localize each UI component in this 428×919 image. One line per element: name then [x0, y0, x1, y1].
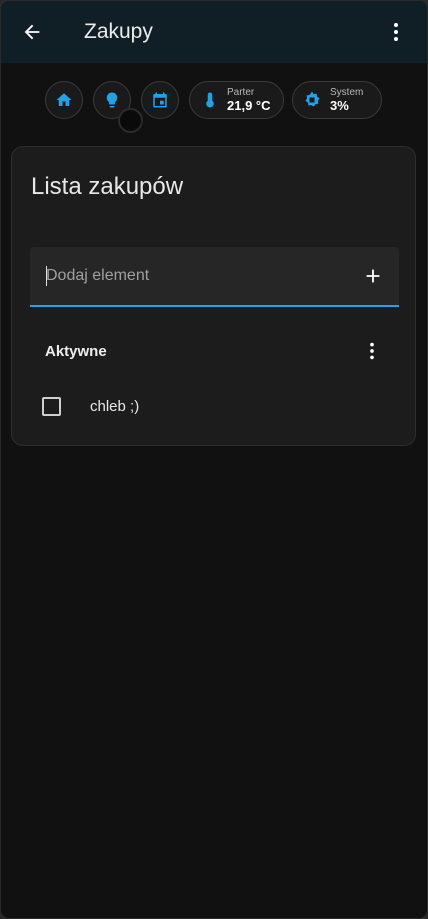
arrow-left-icon — [24, 24, 40, 40]
temperature-label: Parter — [227, 87, 255, 98]
system-badge[interactable]: System 3% — [292, 81, 382, 119]
calendar-icon — [153, 92, 167, 108]
app-frame: Zakupy Parter 21,9 °C System 3% Lista za… — [1, 1, 427, 918]
badges-row: Parter 21,9 °C System 3% — [1, 81, 427, 121]
chip-icon — [305, 91, 320, 107]
text-caret — [46, 266, 47, 286]
list-item: chleb ;) — [30, 389, 399, 425]
section-title: Aktywne — [45, 343, 107, 360]
temperature-value: 21,9 °C — [227, 98, 271, 113]
plus-icon — [366, 269, 380, 283]
add-item-button[interactable] — [359, 262, 387, 290]
thermometer-icon — [206, 92, 214, 108]
overflow-menu-button[interactable] — [381, 15, 411, 49]
more-vertical-icon — [370, 342, 374, 360]
system-label: System — [330, 87, 364, 98]
home-badge[interactable] — [45, 81, 83, 119]
status-dot — [118, 108, 143, 133]
item-checkbox[interactable] — [42, 397, 61, 416]
section-menu-button[interactable] — [359, 337, 385, 365]
lightbulb-icon — [106, 92, 118, 108]
shopping-list-card: Lista zakupów Aktywne chleb ;) — [11, 146, 416, 446]
more-vertical-icon — [394, 23, 398, 41]
temperature-badge[interactable]: Parter 21,9 °C — [189, 81, 284, 119]
add-item-field — [30, 247, 399, 307]
home-icon — [56, 93, 72, 106]
back-button[interactable] — [15, 15, 49, 49]
system-value: 3% — [330, 98, 349, 113]
calendar-badge[interactable] — [141, 81, 179, 119]
card-title: Lista zakupów — [31, 173, 184, 200]
add-item-input[interactable] — [30, 247, 350, 305]
page-title: Zakupy — [84, 20, 153, 43]
top-app-bar: Zakupy — [1, 1, 427, 63]
item-label: chleb ;) — [90, 398, 140, 415]
